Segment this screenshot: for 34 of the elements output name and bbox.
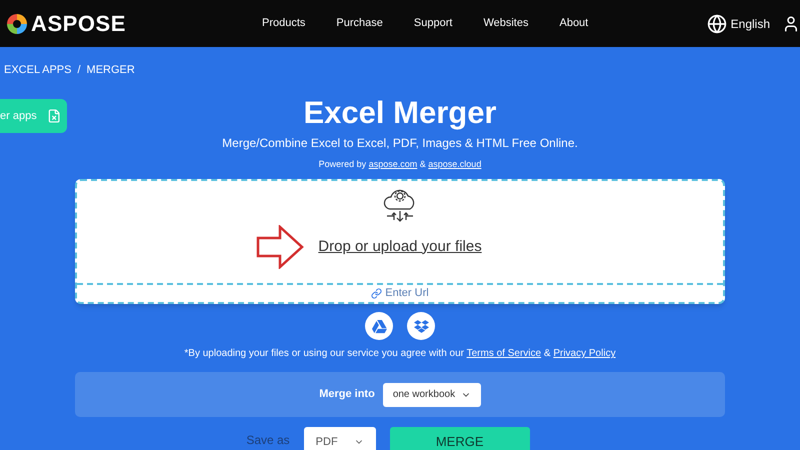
drive-icon <box>372 318 386 334</box>
aspose-cloud-link[interactable]: aspose.cloud <box>428 158 482 168</box>
privacy-link[interactable]: Privacy Policy <box>553 348 616 359</box>
nav-link[interactable]: About <box>559 15 588 32</box>
merge-mode-select[interactable]: one workbook <box>382 382 481 406</box>
language-link[interactable]: English <box>730 14 770 32</box>
nav-link[interactable]: Products <box>262 15 306 32</box>
user-icon[interactable] <box>782 14 800 32</box>
terms-notice: *By uploading your files or using our service you agree with our Terms of Service & Privacy Policy <box>183 347 617 361</box>
breadcrumb-separator: / <box>77 63 81 78</box>
dropbox-icon <box>414 318 428 334</box>
nav-link[interactable]: Purchase <box>336 15 383 32</box>
arrow-icon <box>256 225 304 269</box>
merge-into-label: Merge into <box>319 387 375 402</box>
breadcrumb-link[interactable]: EXCEL APPS <box>4 62 72 78</box>
aspose-link[interactable]: aspose.com <box>368 158 418 168</box>
drive-button[interactable] <box>365 312 393 340</box>
page-subtitle: Merge/Combine Excel to Excel, PDF, Images & HTML Free Online. <box>221 134 579 152</box>
save-format-select[interactable]: PDF <box>304 427 376 450</box>
merge-button[interactable]: MERGE <box>390 427 530 450</box>
save-as-label: Save as <box>246 433 290 447</box>
terms-link[interactable]: Terms of Service <box>466 348 542 359</box>
powered-by-text: Powered by aspose.com & aspose.cloud <box>318 158 482 171</box>
globe-icon[interactable] <box>706 14 727 34</box>
logo-icon <box>6 12 28 34</box>
breadcrumb-link[interactable]: MERGER <box>86 62 135 78</box>
upload-link[interactable]: Drop or upload your files <box>318 236 482 258</box>
page-title: Excel Merger <box>304 94 496 132</box>
link-icon <box>371 288 382 299</box>
dropbox-button[interactable] <box>407 312 435 340</box>
enter-url-link[interactable]: Enter Url <box>385 285 429 302</box>
brand-logo-text[interactable]: ASPOSE <box>31 7 126 40</box>
nav-link[interactable]: Websites <box>483 15 528 32</box>
nav-link[interactable]: Support <box>414 15 452 32</box>
